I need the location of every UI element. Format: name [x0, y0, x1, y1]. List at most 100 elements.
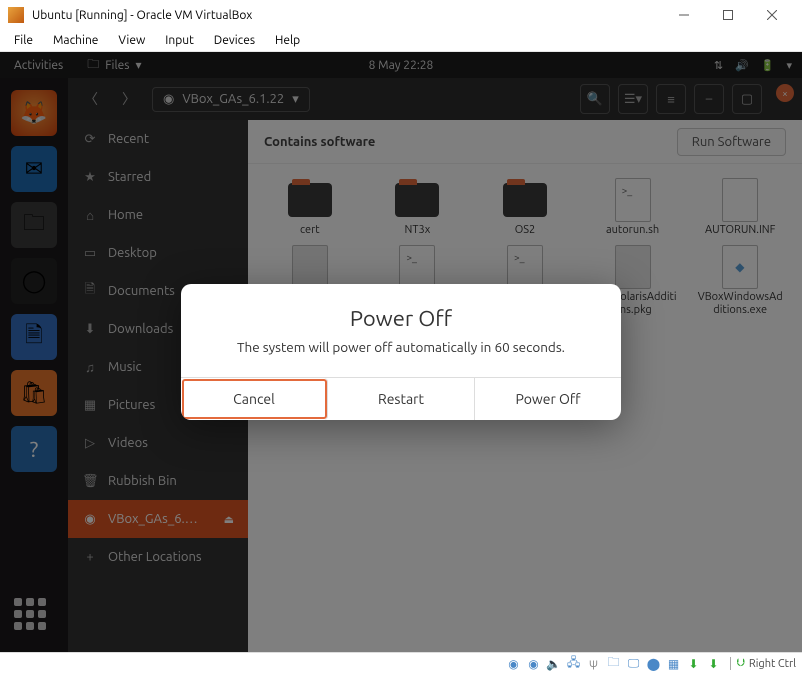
activities-button[interactable]: Activities [0, 59, 77, 72]
sidebar-item-desktop[interactable]: ▭Desktop [68, 234, 248, 272]
keyboard-icon[interactable]: ⬇ [706, 656, 722, 672]
file-item[interactable]: OS2 [473, 180, 577, 237]
usb-icon[interactable]: ψ [586, 656, 602, 672]
recording-icon[interactable]: ⬤ [646, 656, 662, 672]
poweroff-button[interactable]: Power Off [475, 378, 621, 420]
dock-thunderbird[interactable]: ✉ [11, 146, 57, 192]
ubuntu-dock: 🦊 ✉ 🗀 ◯ 🗎 🛍 ? [0, 78, 68, 652]
chevron-down-icon: ▾ [786, 59, 792, 72]
folder-icon [288, 183, 332, 217]
file-item[interactable]: VBoxWindowsAdditions.exe [688, 247, 792, 317]
dock-firefox[interactable]: 🦊 [11, 90, 57, 136]
sidebar-icon: ★ [82, 170, 98, 185]
menu-help[interactable]: Help [265, 32, 310, 49]
search-button[interactable]: 🔍 [580, 84, 610, 114]
maximize-button[interactable] [706, 1, 750, 29]
audio-icon[interactable]: 🔈 [546, 656, 562, 672]
network-icon[interactable]: 🖧 [566, 656, 582, 672]
clock[interactable]: 8 May 22:28 [369, 59, 434, 72]
sidebar-icon: ▦ [82, 398, 98, 413]
file-item[interactable]: AUTORUN.INF [688, 180, 792, 237]
file-icon [722, 178, 758, 222]
optical-icon[interactable]: ◉ [526, 656, 542, 672]
guest-viewport: Activities 🗀 Files ▾ 8 May 22:28 ⇅ 🔊 🔋 ▾… [0, 52, 802, 652]
vb-statusbar: ◉ ◉ 🔈 🖧 ψ 🗀 🖵 ⬤ ▦ ⬇ ⬇ ⮋ Right Ctrl [0, 652, 802, 674]
dock-rhythmbox[interactable]: ◯ [11, 258, 57, 304]
folder-icon: 🗀 [87, 55, 99, 76]
close-button[interactable] [750, 1, 794, 29]
sidebar-item-other-locations[interactable]: +Other Locations [68, 538, 248, 576]
run-software-button[interactable]: Run Software [677, 128, 786, 156]
dock-help[interactable]: ? [11, 426, 57, 472]
dialog-message: The system will power off automatically … [181, 339, 621, 377]
shared-folders-icon[interactable]: 🗀 [606, 656, 622, 672]
mouse-icon[interactable]: ⬇ [686, 656, 702, 672]
minimize-button[interactable] [662, 1, 706, 29]
network-icon: ⇅ [714, 59, 723, 72]
sidebar-item-recent[interactable]: ⟳ Recent [68, 120, 248, 158]
window-maximize[interactable]: ▢ [732, 84, 762, 114]
location-pill[interactable]: ◉ VBox_GAs_6.1.22 ▾ [152, 87, 310, 112]
host-key-indicator[interactable]: ⮋ Right Ctrl [730, 657, 796, 670]
cpu-icon[interactable]: ▦ [666, 656, 682, 672]
cancel-button[interactable]: Cancel [181, 378, 328, 420]
infobar-label: Contains software [264, 135, 375, 149]
system-tray[interactable]: ⇅ 🔊 🔋 ▾ [714, 59, 792, 72]
file-item[interactable]: cert [258, 180, 362, 237]
menu-devices[interactable]: Devices [204, 32, 265, 49]
app-menu[interactable]: 🗀 Files ▾ [77, 55, 151, 76]
hd-icon[interactable]: ◉ [506, 656, 522, 672]
volume-icon: 🔊 [735, 59, 749, 72]
sidebar-label: Desktop [108, 246, 157, 260]
battery-icon: 🔋 [761, 59, 775, 72]
sidebar-icon: 🗑 [82, 474, 98, 489]
sidebar-icon: ⬇ [82, 322, 98, 337]
dock-files[interactable]: 🗀 [11, 202, 57, 248]
sidebar-item-videos[interactable]: ▷Videos [68, 424, 248, 462]
file-item[interactable]: NT3x [366, 180, 470, 237]
sidebar-item-home[interactable]: ⌂Home [68, 196, 248, 234]
vb-menubar: File Machine View Input Devices Help [0, 30, 802, 52]
menu-machine[interactable]: Machine [43, 32, 108, 49]
vb-window-title: Ubuntu [Running] - Oracle VM VirtualBox [32, 9, 662, 22]
dock-writer[interactable]: 🗎 [11, 314, 57, 360]
ubuntu-topbar: Activities 🗀 Files ▾ 8 May 22:28 ⇅ 🔊 🔋 ▾ [0, 52, 802, 78]
sidebar-item-starred[interactable]: ★ Starred [68, 158, 248, 196]
dock-software[interactable]: 🛍 [11, 370, 57, 416]
menu-file[interactable]: File [4, 32, 43, 49]
sidebar-label: Other Locations [108, 550, 202, 564]
file-icon [615, 245, 651, 289]
hamburger-menu[interactable]: ≡ [656, 84, 686, 114]
vb-titlebar: Ubuntu [Running] - Oracle VM VirtualBox [0, 0, 802, 30]
file-icon [399, 245, 435, 289]
menu-view[interactable]: View [108, 32, 155, 49]
display-icon[interactable]: 🖵 [626, 656, 642, 672]
file-item[interactable]: autorun.sh [581, 180, 685, 237]
hostkey-label: Right Ctrl [749, 658, 796, 670]
view-list-button[interactable]: ☰▾ [618, 84, 648, 114]
sidebar-icon: 🗎 [82, 280, 98, 302]
file-icon [722, 245, 758, 289]
back-button[interactable]: 〈 [76, 84, 106, 114]
show-applications[interactable] [14, 598, 54, 638]
sidebar-item-rubbish-bin[interactable]: 🗑Rubbish Bin [68, 462, 248, 500]
eject-icon[interactable]: ⏏ [224, 513, 234, 526]
sidebar-item-vbox-gas-[interactable]: ◉VBox_GAs_6.…⏏ [68, 500, 248, 538]
file-label: autorun.sh [606, 224, 659, 237]
sidebar-label: Recent [108, 132, 149, 146]
location-label: VBox_GAs_6.1.22 [182, 92, 284, 106]
sidebar-label: Starred [108, 170, 151, 184]
window-close[interactable]: × [776, 84, 794, 102]
dialog-title: Power Off [181, 284, 621, 339]
window-minimize[interactable]: – [694, 84, 724, 114]
file-label: VBoxWindowsAdditions.exe [695, 291, 785, 317]
restart-button[interactable]: Restart [328, 378, 475, 420]
sidebar-icon: ⟳ [82, 132, 98, 147]
file-icon [292, 245, 328, 289]
sidebar-label: Pictures [108, 398, 155, 412]
infobar: Contains software Run Software [248, 120, 802, 164]
menu-input[interactable]: Input [155, 32, 204, 49]
files-headerbar: 〈 〉 ◉ VBox_GAs_6.1.22 ▾ 🔍 ☰▾ ≡ – ▢ × [68, 78, 802, 120]
file-icon [507, 245, 543, 289]
forward-button[interactable]: 〉 [114, 84, 144, 114]
